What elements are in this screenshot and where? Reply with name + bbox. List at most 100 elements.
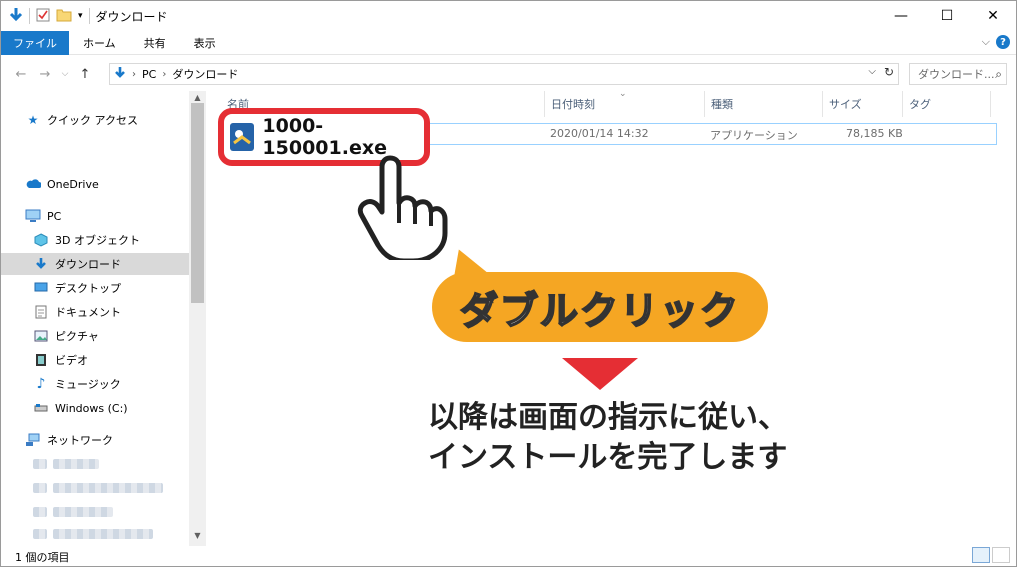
nav-pc[interactable]: PC: [1, 205, 189, 227]
drive-icon: [33, 400, 49, 416]
help-icon[interactable]: ?: [996, 35, 1010, 49]
status-item-count: 1 個の項目: [15, 551, 70, 564]
close-button[interactable]: ✕: [970, 1, 1016, 31]
details-view-icon[interactable]: [972, 547, 990, 563]
title-bar: ▾ ダウンロード — ☐ ✕: [1, 1, 1016, 31]
star-icon: ★: [27, 113, 39, 127]
nav-scrollbar[interactable]: ▲ ▼: [189, 91, 206, 546]
back-button[interactable]: ←: [9, 67, 33, 82]
nav-network-computer[interactable]: [1, 477, 189, 499]
search-input[interactable]: ダウンロード... ⌕: [909, 63, 1007, 85]
navigation-pane: ★ クイック アクセス OneDrive PC 3D オブジェクト ダウンロード…: [1, 91, 206, 546]
callout-bubble: ダブルクリック: [432, 272, 768, 342]
nav-label: ネットワーク: [47, 434, 113, 447]
desktop-icon: [33, 280, 49, 296]
search-icon: ⌕: [995, 67, 1002, 81]
application-icon: [230, 123, 255, 151]
redacted-label: [53, 529, 153, 539]
nav-network-computer[interactable]: [1, 501, 189, 523]
chevron-right-icon: ›: [132, 68, 136, 80]
breadcrumb-pc[interactable]: PC: [142, 68, 156, 81]
address-bar[interactable]: › PC › ダウンロード ⌵ ↻: [109, 63, 899, 85]
nav-network-computer[interactable]: [1, 525, 189, 543]
refresh-icon[interactable]: ↻: [884, 65, 894, 79]
pointing-hand-icon: [357, 155, 448, 260]
nav-windows-drive[interactable]: Windows (C:): [1, 397, 189, 419]
tab-share[interactable]: 共有: [130, 31, 180, 55]
qat-dropdown-icon[interactable]: ▾: [78, 11, 83, 21]
tab-home[interactable]: ホーム: [69, 31, 130, 55]
cloud-icon: [25, 176, 41, 192]
download-arrow-icon: [114, 66, 126, 83]
instruction-text: 以降は画面の指示に従い、 インストールを完了します: [428, 398, 788, 478]
redacted-label: [53, 459, 99, 469]
redacted-label: [53, 507, 113, 517]
nav-quick-access[interactable]: ★ クイック アクセス: [1, 109, 189, 131]
address-row: ← → ⌵ ↑ › PC › ダウンロード ⌵ ↻ ダウンロード... ⌕: [1, 59, 1016, 89]
nav-label: PC: [47, 209, 62, 223]
window-controls: — ☐ ✕: [878, 1, 1016, 31]
tab-file[interactable]: ファイル: [1, 30, 69, 55]
properties-icon[interactable]: [36, 8, 50, 25]
quick-access-toolbar: ▾: [1, 7, 90, 26]
separator: [29, 8, 30, 24]
file-date: 2020/01/14 14:32: [550, 127, 649, 140]
column-date[interactable]: 日付時刻: [545, 91, 705, 117]
column-tag[interactable]: タグ: [903, 91, 991, 117]
up-button[interactable]: ↑: [73, 67, 97, 82]
document-icon: [33, 304, 49, 320]
nav-3d-objects[interactable]: 3D オブジェクト: [1, 229, 189, 251]
search-placeholder: ダウンロード...: [918, 68, 995, 81]
nav-music[interactable]: ♪ ミュージック: [1, 373, 189, 395]
large-icons-view-icon[interactable]: [992, 547, 1010, 563]
download-arrow-icon: [9, 7, 23, 26]
redacted-icon: [33, 529, 47, 539]
nav-onedrive[interactable]: OneDrive: [1, 173, 189, 195]
nav-videos[interactable]: ビデオ: [1, 349, 189, 371]
file-type: アプリケーション: [710, 129, 798, 142]
nav-downloads[interactable]: ダウンロード: [1, 253, 189, 275]
nav-desktop[interactable]: デスクトップ: [1, 277, 189, 299]
nav-pictures[interactable]: ピクチャ: [1, 325, 189, 347]
callout-action: ダブルクリック: [459, 288, 740, 334]
breadcrumb-downloads[interactable]: ダウンロード: [172, 66, 238, 82]
redacted-icon: [33, 507, 47, 517]
film-icon: [33, 352, 49, 368]
ribbon-tabs: ファイル ホーム 共有 表示 ⌵ ?: [1, 30, 1016, 55]
maximize-button[interactable]: ☐: [924, 1, 970, 31]
ribbon-expand-icon[interactable]: ⌵: [982, 35, 990, 49]
down-arrow-icon: [562, 358, 638, 390]
nav-label: OneDrive: [47, 177, 99, 191]
redacted-icon: [33, 459, 47, 469]
network-icon: [25, 432, 41, 448]
nav-label: ドキュメント: [55, 306, 121, 319]
instruction-line: インストールを完了します: [428, 440, 788, 475]
tab-view[interactable]: 表示: [180, 31, 230, 55]
nav-label: デスクトップ: [55, 282, 121, 295]
minimize-button[interactable]: —: [878, 1, 924, 31]
nav-label: クイック アクセス: [47, 114, 138, 127]
nav-label: Windows (C:): [55, 401, 128, 415]
redacted-label: [53, 483, 163, 493]
scroll-thumb[interactable]: [191, 103, 204, 303]
column-size[interactable]: サイズ: [823, 91, 903, 117]
new-folder-icon[interactable]: [56, 8, 72, 25]
nav-network-computer[interactable]: [1, 453, 189, 475]
recent-locations-button[interactable]: ⌵: [57, 69, 73, 79]
instruction-line: 以降は画面の指示に従い、: [428, 400, 788, 435]
picture-icon: [33, 328, 49, 344]
music-note-icon: ♪: [36, 376, 46, 392]
scroll-down-icon[interactable]: ▼: [189, 531, 206, 540]
forward-button[interactable]: →: [33, 67, 57, 82]
cube-icon: [33, 232, 49, 248]
window-title: ダウンロード: [95, 9, 168, 24]
scroll-up-icon[interactable]: ▲: [189, 93, 206, 102]
nav-network[interactable]: ネットワーク: [1, 429, 189, 451]
computer-icon: [25, 208, 41, 224]
redacted-icon: [33, 483, 47, 493]
column-type[interactable]: 種類: [705, 91, 823, 117]
nav-documents[interactable]: ドキュメント: [1, 301, 189, 323]
address-dropdown-icon[interactable]: ⌵: [868, 66, 876, 77]
nav-label: 3D オブジェクト: [55, 234, 140, 247]
nav-label: ピクチャ: [55, 330, 99, 343]
